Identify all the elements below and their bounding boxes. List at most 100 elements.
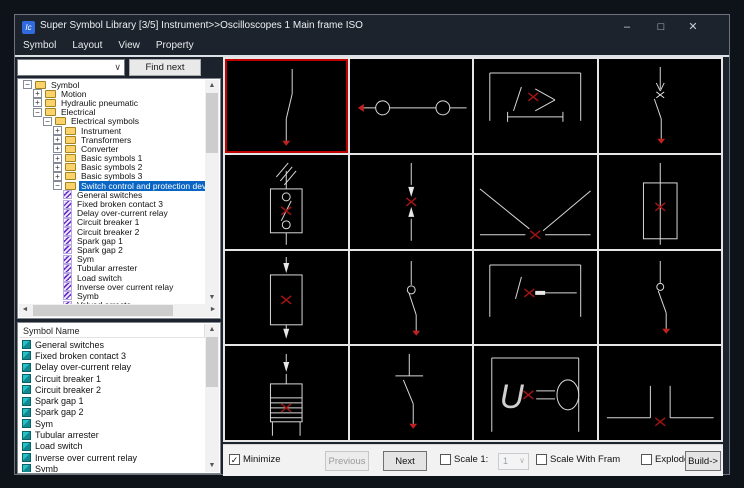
scroll-down-icon[interactable]: ▼ (205, 460, 219, 472)
menu-item-view[interactable]: View (110, 39, 148, 51)
symbol-cell-8[interactable] (225, 251, 348, 345)
scale-with-frame-checkbox[interactable]: Scale With Fram (536, 454, 620, 465)
chevron-down-icon[interactable]: ∨ (114, 62, 121, 73)
tree-hscrollbar[interactable]: ◄ ► (19, 304, 219, 317)
menu-item-layout[interactable]: Layout (64, 39, 110, 51)
collapse-icon[interactable]: − (43, 117, 52, 126)
list-item[interactable]: Circuit breaker 2 (19, 384, 205, 395)
symbol-cell-6[interactable] (474, 155, 597, 249)
list-item[interactable]: Delay over-current relay (19, 362, 205, 373)
close-window-icon[interactable]: ✕ (683, 18, 703, 36)
menu-item-symbol[interactable]: Symbol (15, 39, 64, 51)
symbol-cell-12[interactable] (225, 346, 348, 440)
ladder-arrester-symbol (225, 346, 348, 440)
expand-icon[interactable]: + (53, 135, 62, 144)
expand-icon[interactable]: + (53, 144, 62, 153)
folder-icon (65, 172, 76, 180)
fuse-rect-symbol (599, 155, 722, 249)
list-item[interactable]: Sym (19, 418, 205, 429)
scroll-down-icon[interactable]: ▼ (205, 292, 219, 304)
minimize-checkbox[interactable]: ✓ Minimize (229, 454, 280, 465)
list-vscrollbar-thumb[interactable] (206, 337, 218, 387)
menu-item-property[interactable]: Property (148, 39, 202, 51)
symbol-cell-10[interactable] (474, 251, 597, 345)
scroll-right-icon[interactable]: ► (207, 304, 219, 316)
symbol-cell-14[interactable]: U (474, 346, 597, 440)
breaker-switch-symbol (599, 59, 722, 153)
tree-hscrollbar-thumb[interactable] (33, 305, 173, 316)
symbol-cell-11[interactable] (599, 251, 722, 345)
symbol-block-icon (22, 408, 31, 417)
u-equals-o-symbol: U (474, 346, 597, 440)
search-combobox[interactable]: ∨ (17, 59, 125, 76)
list-item[interactable]: Symb (19, 463, 205, 472)
scroll-up-icon[interactable]: ▲ (205, 80, 219, 92)
symbol-leaf-icon (63, 282, 72, 291)
folder-icon (45, 90, 56, 98)
symbol-cell-2[interactable] (474, 59, 597, 153)
scale-value-dropdown[interactable]: 1 ∨ (498, 453, 529, 470)
svg-text:U: U (500, 378, 525, 416)
tree-item[interactable]: Spark gap 2 (19, 245, 205, 254)
list-item-label: Load switch (35, 441, 83, 451)
symbol-cell-5[interactable] (350, 155, 473, 249)
symbol-cell-0[interactable] (225, 59, 348, 153)
previous-button[interactable]: Previous (325, 451, 369, 471)
list-item[interactable]: General switches (19, 339, 205, 350)
list-item[interactable]: Spark gap 2 (19, 407, 205, 418)
folder-icon (65, 145, 76, 153)
symbol-preview-grid: U (223, 57, 723, 442)
checkbox-unchecked-icon[interactable] (440, 454, 451, 465)
list-item[interactable]: Circuit breaker 1 (19, 373, 205, 384)
checkbox-checked-icon[interactable]: ✓ (229, 454, 240, 465)
list-item[interactable]: Load switch (19, 441, 205, 452)
minimize-window-icon[interactable]: – (617, 18, 637, 36)
list-header-symbol-name[interactable]: Symbol Name (19, 324, 205, 338)
symbol-leaf-icon (63, 236, 72, 245)
checkbox-unchecked-icon[interactable] (536, 454, 547, 465)
symbol-cell-15[interactable] (599, 346, 722, 440)
explode-checkbox[interactable]: Explode (641, 454, 689, 465)
list-item[interactable]: Fixed broken contact 3 (19, 350, 205, 361)
maximize-window-icon[interactable]: □ (651, 18, 671, 36)
find-next-button[interactable]: Find next (129, 59, 201, 76)
expand-icon[interactable]: + (53, 172, 62, 181)
checkbox-unchecked-icon[interactable] (641, 454, 652, 465)
next-button[interactable]: Next (383, 451, 427, 471)
symbol-cell-3[interactable] (599, 59, 722, 153)
list-vscrollbar[interactable]: ▲ ▼ (205, 324, 219, 472)
collapse-icon[interactable]: − (33, 108, 42, 117)
scale-with-frame-label: Scale With Fram (550, 454, 620, 465)
expand-icon[interactable]: + (33, 89, 42, 98)
tree-item[interactable]: +Hydraulic pneumatic (19, 98, 205, 107)
list-item-label: Circuit breaker 2 (35, 385, 101, 395)
list-item[interactable]: Inverse over current relay (19, 452, 205, 463)
tree-item[interactable]: Inverse over current relay (19, 282, 205, 291)
expand-icon[interactable]: + (53, 154, 62, 163)
tubular-arrester-symbol (225, 251, 348, 345)
symbol-cell-1[interactable] (350, 59, 473, 153)
symbol-cell-13[interactable] (350, 346, 473, 440)
list-item[interactable]: Tubular arrester (19, 429, 205, 440)
symbol-cell-4[interactable] (225, 155, 348, 249)
collapse-icon[interactable]: − (53, 181, 62, 190)
symbol-block-icon (22, 464, 31, 472)
expand-icon[interactable]: + (53, 163, 62, 172)
scroll-up-icon[interactable]: ▲ (205, 324, 219, 336)
scale1-checkbox[interactable]: Scale 1: (440, 454, 488, 465)
tree-vscrollbar[interactable]: ▲ ▼ (205, 80, 219, 304)
scroll-left-icon[interactable]: ◄ (19, 304, 31, 316)
list-item-label: Symb (35, 464, 58, 472)
tree-vscrollbar-thumb[interactable] (206, 93, 218, 153)
titlebar: Ic Super Symbol Library [3/5] Instrument… (15, 15, 729, 39)
list-item-label: Spark gap 2 (35, 407, 84, 417)
tree-item[interactable]: −Symbol (19, 80, 205, 89)
expand-icon[interactable]: + (33, 98, 42, 107)
list-item[interactable]: Spark gap 1 (19, 395, 205, 406)
expand-icon[interactable]: + (53, 126, 62, 135)
symbol-cell-7[interactable] (599, 155, 722, 249)
folder-icon (55, 117, 66, 125)
collapse-icon[interactable]: − (23, 80, 32, 89)
symbol-cell-9[interactable] (350, 251, 473, 345)
build-button[interactable]: Build-> (685, 451, 721, 471)
